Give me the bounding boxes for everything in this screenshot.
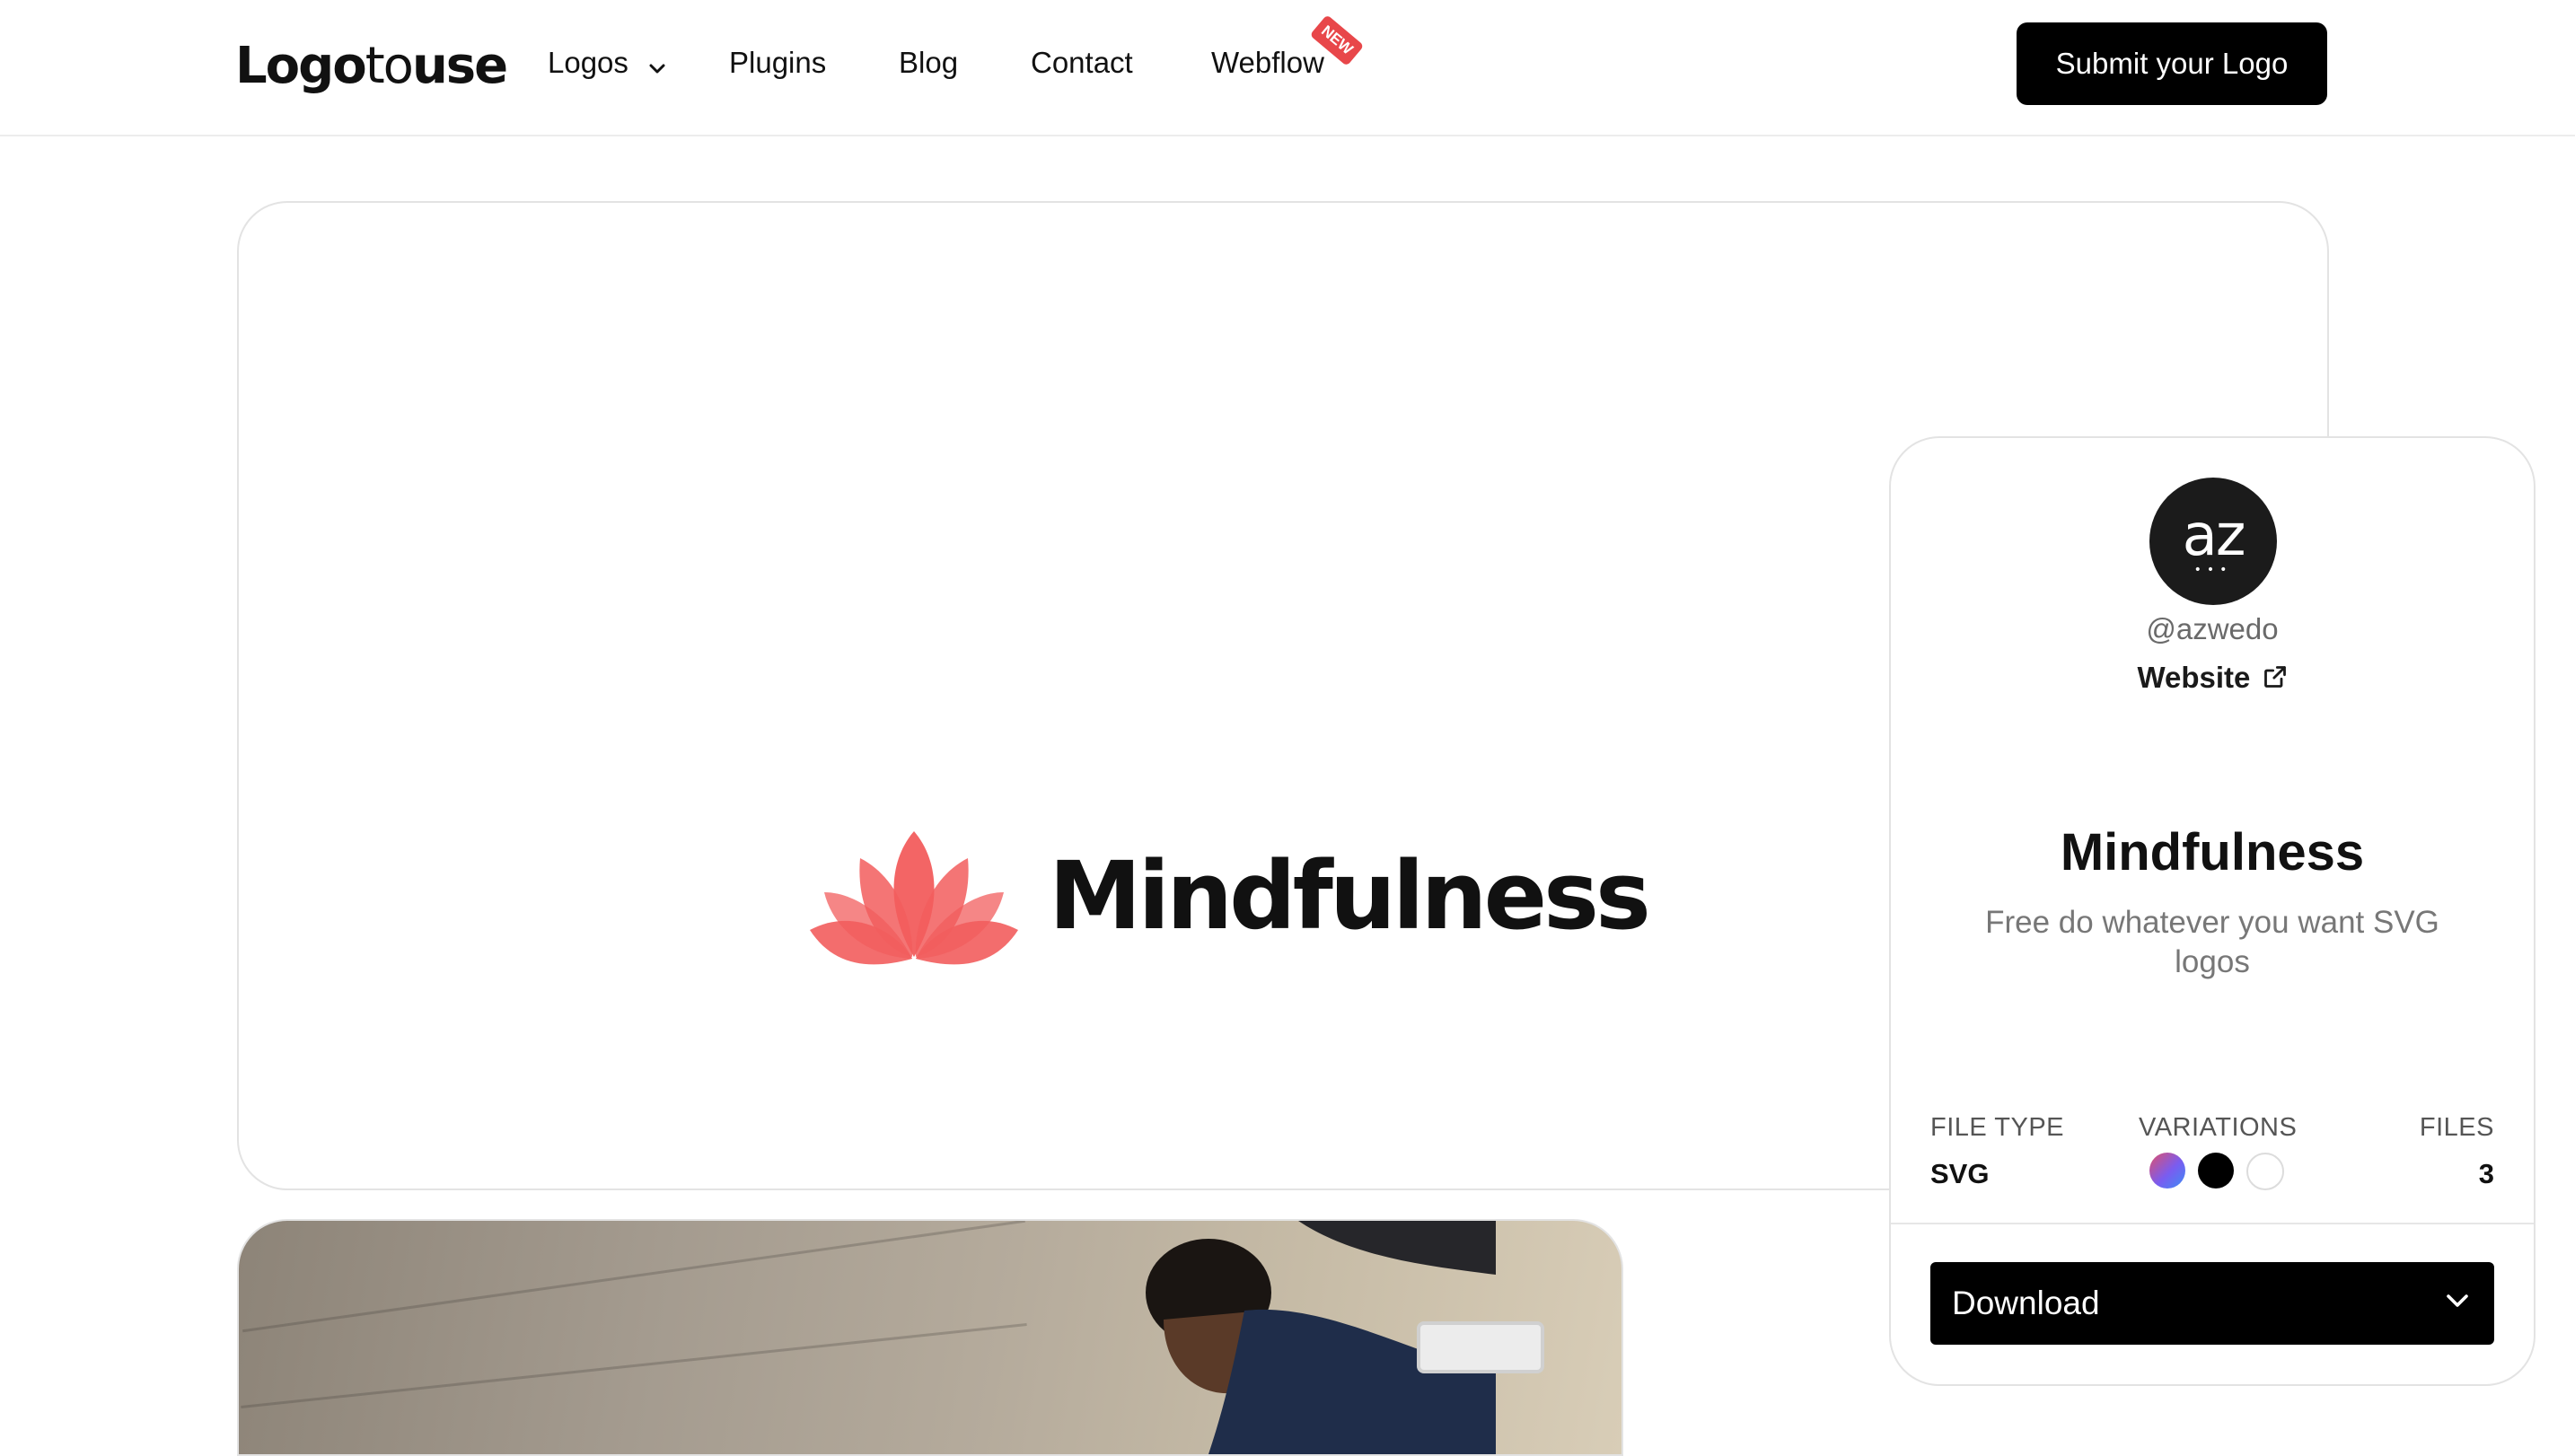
logo-detail-card: Mindfulness az ••• @azwedo Website Mindf…	[237, 201, 2535, 1386]
logo-part-logo: Logo	[235, 37, 367, 95]
floor-line	[241, 1323, 1027, 1408]
floor-line	[242, 1221, 1025, 1333]
nav-plugins[interactable]: Plugins	[729, 36, 826, 90]
nav-logos[interactable]: Logos	[548, 36, 665, 90]
chevron-down-icon	[2444, 1291, 2471, 1317]
files-label: FILES	[2419, 1113, 2494, 1142]
author-handle[interactable]: @azwedo	[1891, 609, 2534, 650]
website-label: Website	[2137, 661, 2251, 694]
author-avatar[interactable]: az •••	[2149, 478, 2277, 605]
avatar-dots: •••	[2193, 563, 2233, 577]
logo-title: Mindfulness	[2060, 823, 2365, 881]
submit-logo-button[interactable]: Submit your Logo	[2017, 22, 2327, 105]
nav-webflow[interactable]: Webflow	[1211, 36, 1324, 90]
chevron-down-icon	[649, 38, 665, 92]
site-logo[interactable]: Logotouse	[235, 32, 508, 101]
nav-contact[interactable]: Contact	[1031, 36, 1133, 90]
variation-swatch-black[interactable]	[2198, 1153, 2234, 1188]
logo-part-use: use	[411, 37, 508, 95]
file-type-label: FILE TYPE	[1930, 1113, 2065, 1142]
avatar-text: az	[2182, 503, 2246, 569]
variations-label: VARIATIONS	[2139, 1113, 2298, 1142]
logo-preview: Mindfulness	[806, 822, 1651, 975]
external-link-icon	[2259, 661, 2288, 694]
website-link[interactable]: Website	[1891, 657, 2534, 698]
download-label: Download	[1952, 1285, 2100, 1321]
panel-divider	[1891, 1223, 2534, 1224]
nav-blog[interactable]: Blog	[899, 36, 958, 90]
lifestyle-photo	[237, 1219, 1623, 1456]
file-type-value: SVG	[1930, 1158, 1990, 1189]
download-button[interactable]: Download	[1930, 1262, 2494, 1345]
logo-part-to: to	[365, 37, 414, 95]
files-value: 3	[2478, 1158, 2494, 1189]
logo-info-panel: az ••• @azwedo Website Mindfulness Free …	[1889, 436, 2535, 1386]
nav-logos-label: Logos	[548, 46, 628, 79]
variation-swatch-color[interactable]	[2149, 1153, 2185, 1188]
variation-swatch-white[interactable]	[2246, 1153, 2284, 1190]
logo-description: Free do whatever you want SVG logos	[1985, 905, 2439, 979]
lotus-icon	[810, 831, 1018, 965]
top-navbar: Logotouse Logos Plugins Blog Contact Web…	[0, 0, 2575, 136]
phone-image	[1417, 1321, 1544, 1373]
preview-logo-text: Mindfulness	[1049, 841, 1651, 951]
